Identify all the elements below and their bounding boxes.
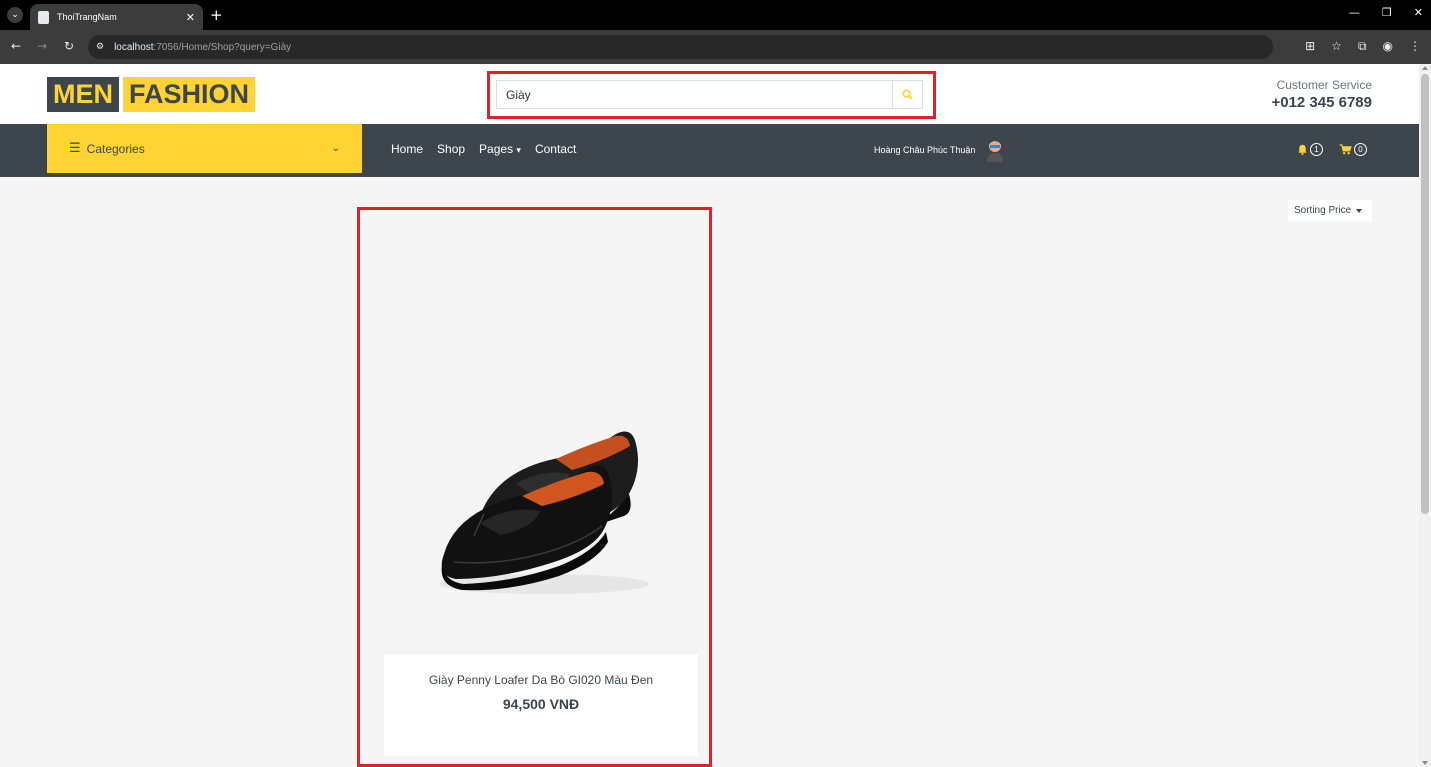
cart[interactable]: 0 [1339,143,1367,156]
browser-menu-icon[interactable]: ⋮ [1409,39,1421,54]
scrollbar-thumb[interactable] [1421,74,1429,514]
browser-toolbar: ← → ↻ ⚙ localhost:7056/Home/Shop?query=G… [0,30,1431,64]
notification-count-badge: 1 [1310,143,1323,156]
logo-part-fashion: FASHION [123,77,256,112]
product-price: 94,500 VNĐ [502,696,580,712]
extensions-icon[interactable]: ⧉ [1358,39,1367,54]
sorting-price-dropdown[interactable]: Sorting Price [1288,200,1372,221]
nav-link-pages[interactable]: Pages ▾ [479,142,521,156]
nav-links: Home Shop Pages ▾ Contact [391,142,576,156]
address-bar[interactable]: ⚙ localhost:7056/Home/Shop?query=Giày [88,35,1273,59]
product-card[interactable]: Giày Penny Loafer Da Bò GI020 Màu Đen 94… [384,244,698,756]
browser-tab-bar: ⌄ ThoiTrangNam ✕ + — ❐ ✕ [0,0,1431,30]
sorting-label: Sorting Price [1294,205,1352,216]
page-favicon-icon [38,10,49,24]
product-image[interactable] [384,244,698,654]
scroll-down-icon[interactable] [1422,761,1428,765]
user-avatar-icon [987,140,1004,162]
product-name[interactable]: Giày Penny Loafer Da Bò GI020 Màu Đen [384,673,698,687]
nav-link-home[interactable]: Home [391,142,423,156]
scroll-up-icon[interactable] [1422,66,1428,70]
window-controls: — ❐ ✕ [1349,6,1423,19]
customer-service-phone: +012 345 6789 [1271,94,1372,111]
nav-link-shop[interactable]: Shop [437,142,465,156]
cart-count-badge: 0 [1354,143,1367,156]
search-button[interactable] [892,81,922,108]
profile-icon[interactable]: ◉ [1383,39,1393,54]
notifications[interactable]: 1 [1297,143,1323,156]
customer-service: Customer Service +012 345 6789 [1271,78,1372,111]
user-account[interactable]: Hoàng Châu Phúc Thuận [874,138,1005,162]
minimize-icon[interactable]: — [1349,6,1360,19]
page-scrollbar[interactable] [1419,64,1431,767]
categories-toggle[interactable]: ☰ Categories ⌄ [47,124,362,173]
logo-part-men: MEN [47,77,119,112]
url-host: localhost [114,41,154,53]
back-icon[interactable]: ← [11,39,21,53]
site-logo[interactable]: MEN FASHION [47,77,256,112]
user-name: Hoàng Châu Phúc Thuận [874,145,976,155]
cart-icon [1339,144,1352,155]
tab-search-icon[interactable]: ⌄ [7,7,23,23]
site-topbar: MEN FASHION Customer Service +012 345 67… [0,64,1419,124]
customer-service-label: Customer Service [1276,78,1372,92]
chevron-down-icon: ▾ [516,146,521,156]
chevron-down-icon: ⌄ [331,143,340,154]
nav-link-contact[interactable]: Contact [535,142,576,156]
hamburger-icon: ☰ [69,141,81,156]
bookmark-star-icon[interactable]: ☆ [1331,39,1342,54]
categories-label: Categories [86,141,145,156]
site-info-icon[interactable]: ⚙ [96,42,104,52]
forward-icon[interactable]: → [37,39,47,53]
search-icon [902,89,913,100]
url-path: :7056/Home/Shop?query=Giày [153,41,292,53]
browser-tab[interactable]: ThoiTrangNam ✕ [30,4,203,30]
restore-icon[interactable]: ❐ [1382,6,1392,19]
reload-icon[interactable]: ↻ [64,39,74,53]
tab-close-icon[interactable]: ✕ [186,11,195,24]
bell-icon [1298,144,1307,155]
tab-title: ThoiTrangNam [57,12,117,22]
nav-actions: 1 0 [1297,143,1367,156]
toolbar-actions: ⊞ ☆ ⧉ ◉ ⋮ [1305,39,1421,54]
window-close-icon[interactable]: ✕ [1414,6,1423,19]
translate-icon[interactable]: ⊞ [1305,39,1315,54]
search-input[interactable] [497,81,892,108]
main-navbar: ☰ Categories ⌄ Home Shop Pages ▾ Contact… [0,124,1419,177]
search-form [496,80,923,109]
url-text: localhost:7056/Home/Shop?query=Giày [114,42,291,53]
caret-down-icon [1356,208,1363,213]
page-viewport: MEN FASHION Customer Service +012 345 67… [0,64,1419,767]
nav-link-pages-label: Pages [479,142,514,156]
loafer-shoes-image [439,431,649,594]
new-tab-icon[interactable]: + [210,6,223,24]
